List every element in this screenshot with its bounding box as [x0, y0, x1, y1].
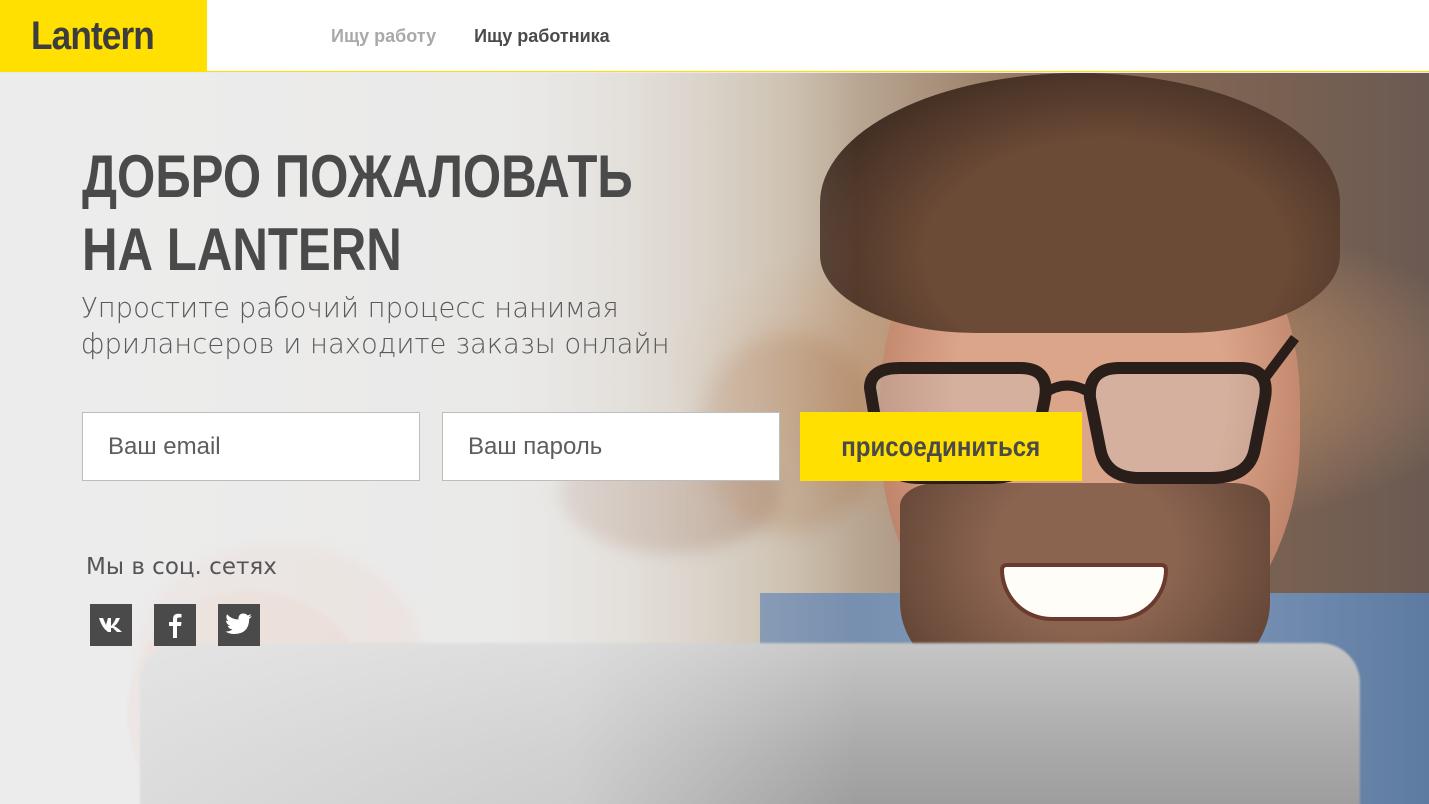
page-subtitle: Упростите рабочий процесс нанимая фрилан…	[81, 290, 689, 362]
social-label: Мы в соц. сетях	[86, 554, 277, 580]
subtitle-line-1: Упростите рабочий процесс нанимая	[81, 291, 619, 324]
page-title: ДОБРО ПОЖАЛОВАТЬ НА LANTERN	[82, 140, 672, 286]
facebook-icon	[169, 613, 182, 638]
nav-find-job[interactable]: Ищу работу	[331, 26, 436, 47]
email-input[interactable]	[82, 412, 420, 481]
title-line-2: НА LANTERN	[82, 216, 402, 283]
twitter-icon	[225, 613, 252, 634]
vk-link[interactable]	[90, 604, 132, 646]
logo-text: Lantern	[31, 13, 155, 58]
join-button-label: присоединиться	[841, 430, 1041, 462]
nav-find-worker[interactable]: Ищу работника	[474, 26, 610, 47]
facebook-link[interactable]	[154, 604, 196, 646]
title-line-1: ДОБРО ПОЖАЛОВАТЬ	[82, 143, 633, 210]
subtitle-line-2: фрилансеров и находите заказы онлайн	[81, 327, 670, 360]
password-input[interactable]	[442, 412, 780, 481]
vk-icon	[99, 618, 122, 632]
logo[interactable]: Lantern	[0, 0, 207, 72]
twitter-link[interactable]	[218, 604, 260, 646]
join-button[interactable]: присоединиться	[800, 412, 1082, 481]
main-nav: Ищу работу Ищу работника	[331, 0, 610, 72]
header: Lantern Ищу работу Ищу работника	[0, 0, 1429, 72]
